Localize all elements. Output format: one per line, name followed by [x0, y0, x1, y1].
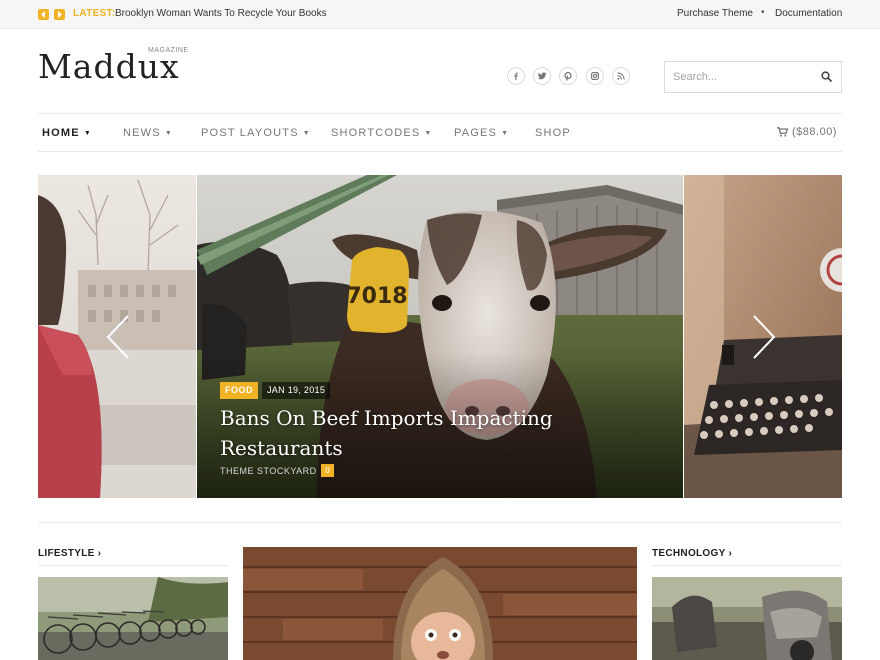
nav-item-label: SHOP: [535, 127, 571, 139]
caret-down-icon: ▼: [501, 129, 510, 137]
nav-item-pages[interactable]: PAGES ▼: [454, 127, 509, 139]
section-title-technology[interactable]: TECHNOLOGY ›: [652, 548, 732, 559]
latest-label: LATEST:: [73, 8, 116, 19]
nav-divider: [38, 151, 842, 152]
nav-item-home[interactable]: HOME ▼: [42, 127, 92, 139]
slider-next-button[interactable]: [750, 314, 778, 360]
logo-subtitle: MAGAZINE: [148, 47, 189, 54]
purchase-theme-link[interactable]: Purchase Theme: [677, 8, 753, 19]
technology-post-image[interactable]: [652, 577, 842, 660]
chevron-right-icon: [58, 11, 62, 18]
category-badge[interactable]: FOOD: [220, 382, 258, 399]
documentation-link[interactable]: Documentation: [775, 8, 842, 19]
facebook-icon[interactable]: [507, 67, 525, 85]
comment-count-badge[interactable]: 0: [321, 464, 334, 477]
separator: •: [761, 7, 765, 18]
rss-icon[interactable]: [612, 67, 630, 85]
cart-total: ($88.00): [792, 126, 837, 138]
instagram-icon[interactable]: [586, 67, 604, 85]
nav-item-shortcodes[interactable]: SHORTCODES ▼: [331, 127, 433, 139]
latest-headline-link[interactable]: Brooklyn Woman Wants To Recycle Your Boo…: [115, 8, 327, 19]
caret-down-icon: ▼: [302, 129, 311, 137]
site-logo[interactable]: Maddux: [38, 50, 180, 83]
twitter-icon[interactable]: [533, 67, 551, 85]
search-icon[interactable]: [821, 71, 832, 82]
next-headline-button[interactable]: [54, 9, 65, 20]
nav-item-label: NEWS: [123, 127, 161, 139]
chevron-left-icon: [41, 11, 45, 18]
section-title-lifestyle[interactable]: LIFESTYLE ›: [38, 548, 101, 559]
nav-divider: [38, 113, 842, 114]
search-box: [664, 61, 842, 93]
nav-item-label: PAGES: [454, 127, 498, 139]
section-underline: [652, 565, 842, 566]
lifestyle-post-image[interactable]: [38, 577, 228, 660]
section-underline: [38, 565, 228, 566]
slide-author[interactable]: THEME STOCKYARD: [220, 466, 317, 476]
caret-down-icon: ▼: [424, 129, 433, 137]
pinterest-icon[interactable]: [559, 67, 577, 85]
chevron-left-icon: [106, 315, 129, 359]
nav-item-news[interactable]: NEWS ▼: [123, 127, 173, 139]
nav-item-label: POST LAYOUTS: [201, 127, 299, 139]
top-bar: LATEST: Brooklyn Woman Wants To Recycle …: [0, 0, 880, 29]
section-divider: [38, 522, 842, 523]
caret-down-icon: ▼: [83, 129, 92, 137]
cart-button[interactable]: ($88.00): [777, 126, 837, 138]
prev-headline-button[interactable]: [38, 9, 49, 20]
chevron-right-icon: [753, 315, 776, 359]
featured-post-image[interactable]: [243, 547, 637, 660]
slide-meta: FOOD JAN 19, 2015: [220, 382, 331, 399]
nav-item-post-layouts[interactable]: POST LAYOUTS ▼: [201, 127, 311, 139]
slider-prev-button[interactable]: [104, 314, 132, 360]
nav-item-label: HOME: [42, 127, 80, 139]
cart-icon: [777, 127, 788, 137]
nav-item-label: SHORTCODES: [331, 127, 421, 139]
nav-item-shop[interactable]: SHOP: [535, 127, 571, 139]
search-input[interactable]: [665, 62, 815, 92]
date-badge: JAN 19, 2015: [262, 382, 331, 399]
caret-down-icon: ▼: [164, 129, 173, 137]
slide-title[interactable]: Bans On Beef Imports Impacting Restauran…: [220, 403, 600, 463]
